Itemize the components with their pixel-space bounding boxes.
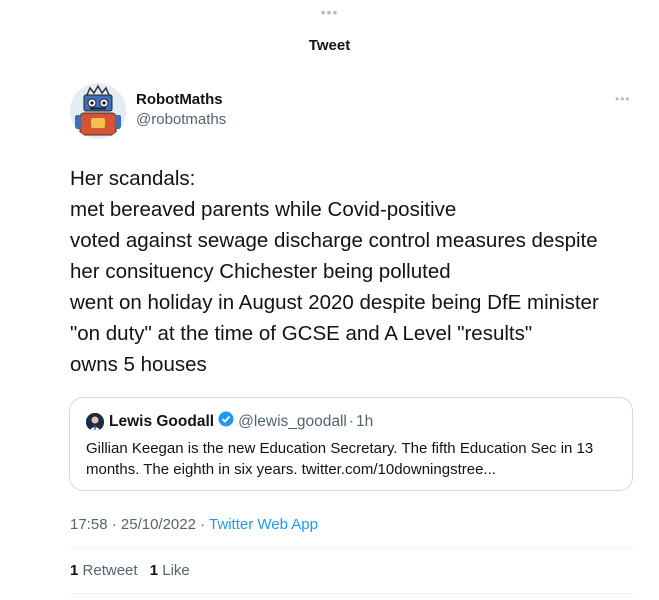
retweets-count: 1 [70,562,79,579]
tweet-text: Her scandals: met bereaved parents while… [70,163,650,380]
robot-avatar-icon [70,83,126,139]
page-title: Tweet [308,37,351,54]
person-avatar-icon [86,412,104,431]
tweet-source-link[interactable]: Twitter Web App [209,516,318,533]
tweet-line: went on holiday in August 2020 despite b… [70,291,599,314]
separator-dot: · [107,516,121,533]
likes-label: Like [162,562,190,579]
likes-stat[interactable]: 1 Like [150,562,190,579]
quoted-tweet-header: Lewis Goodall @lewis_goodall · 1h [86,411,373,432]
quoted-author-name[interactable]: Lewis Goodall [109,413,214,431]
separator-dot: · [348,412,355,430]
tweet-line: Her scandals: [70,167,196,190]
quoted-tweet-text: Gillian Keegan is the new Education Secr… [86,440,594,478]
tweet-date[interactable]: 25/10/2022 [121,516,196,533]
divider [69,593,633,594]
tweet-stats: 1 Retweet 1 Like [70,562,198,579]
retweets-stat[interactable]: 1 Retweet [70,562,138,579]
more-options-icon[interactable]: ••• [615,92,631,106]
likes-count: 1 [149,562,159,579]
drag-handle-icon[interactable]: ••• [0,4,659,20]
quoted-tweet-time[interactable]: 1h [356,413,373,431]
tweet-metadata: 17:58 · 25/10/2022 · Twitter Web App [70,516,318,533]
avatar[interactable] [70,83,126,139]
author-handle[interactable]: @robotmaths [136,111,226,128]
tweet-time[interactable]: 17:58 [70,516,108,533]
divider [69,548,633,549]
tweet-line: met bereaved parents while Covid-positiv… [70,198,457,221]
quoted-tweet-card[interactable]: Lewis Goodall @lewis_goodall · 1h Gillia… [69,397,633,491]
tweet-line: voted against sewage discharge control m… [70,229,598,252]
quoted-author-avatar[interactable] [86,412,104,431]
verified-badge-icon [218,411,234,432]
author-name[interactable]: RobotMaths [136,91,223,108]
quoted-author-handle[interactable]: @lewis_goodall [238,413,347,431]
tweet-line: her consituency Chichester being pollute… [70,260,451,283]
tweet-line: "on duty" at the time of GCSE and A Leve… [70,322,533,345]
separator-dot: · [195,516,210,533]
tweet-line: owns 5 houses [70,353,207,376]
retweets-label: Retweet [82,562,138,579]
